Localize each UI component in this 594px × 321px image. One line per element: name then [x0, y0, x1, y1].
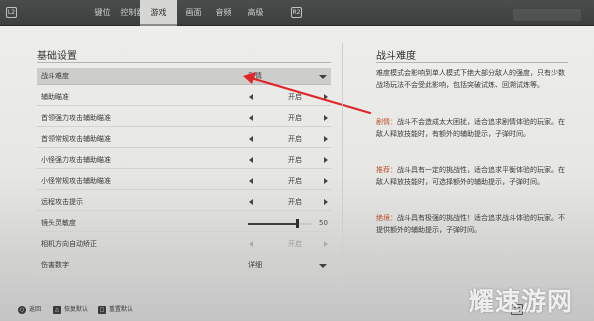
setting-row-minion-heavy-aim[interactable]: 小怪强力攻击辅助瞄准 开启 [37, 152, 331, 169]
arrow-right-icon[interactable] [324, 178, 328, 184]
circle-button-icon: ○ [18, 306, 26, 314]
setting-label: 首领常规攻击辅助瞄准 [41, 135, 111, 143]
difficulty-dropdown-value[interactable]: 剧情 [248, 68, 324, 85]
section-title: 基础设置 [37, 51, 77, 62]
arrow-left-icon[interactable] [249, 241, 253, 247]
setting-label: 伤害数字 [41, 261, 69, 269]
setting-row-camera-auto-correct[interactable]: 相机方向自动矫正 开启 [37, 236, 331, 253]
setting-label: 首领强力攻击辅助瞄准 [41, 114, 111, 122]
chevron-down-icon[interactable] [319, 264, 327, 268]
arrow-left-icon[interactable] [249, 199, 253, 205]
setting-value: 开启 [288, 135, 302, 143]
r2-button-hint[interactable]: R2 [291, 7, 302, 18]
mode-name: 推荐： [376, 166, 397, 174]
arrow-left-icon[interactable] [249, 178, 253, 184]
watermark: 耀速游网 [469, 287, 574, 316]
mode-name: 剧情： [376, 118, 397, 126]
setting-value: 开启 [288, 156, 302, 164]
setting-value: 开启 [288, 240, 302, 248]
topbar-extra-area [513, 9, 581, 21]
setting-value: 开启 [288, 198, 302, 206]
arrow-right-icon[interactable] [324, 241, 328, 247]
section-divider [37, 62, 331, 63]
setting-label: 战斗难度 [41, 72, 69, 80]
mode-text: 战斗具有极强的挑战性！适合追求战斗体验的玩家。不提供额外的辅助提示，子弹时间。 [376, 214, 565, 234]
l2-button-hint[interactable]: L2 [6, 7, 17, 18]
setting-row-ranged-warning[interactable]: 远程攻击提示 开启 [37, 194, 331, 211]
description-divider [376, 62, 568, 63]
arrow-left-icon[interactable] [249, 94, 253, 100]
setting-value: 开启 [288, 93, 302, 101]
sensitivity-slider-handle[interactable] [296, 219, 299, 228]
setting-label: 相机方向自动矫正 [41, 240, 97, 248]
arrow-left-icon[interactable] [249, 157, 253, 163]
description-intro: 难度模式会影响到单人模式下绝大部分敌人的强度，只有少数战场玩法不会受此影响，包括… [376, 69, 565, 89]
setting-label: 小怪强力攻击辅助瞄准 [41, 156, 111, 164]
damage-dropdown-value[interactable]: 详细 [248, 257, 324, 274]
arrow-right-icon[interactable] [324, 115, 328, 121]
back-hint[interactable]: ○ 返回 [18, 306, 41, 314]
arrow-right-icon[interactable] [324, 199, 328, 205]
setting-row-camera-sensitivity[interactable]: 镜头灵敏度 50 [37, 215, 331, 232]
setting-value: 开启 [288, 177, 302, 185]
setting-label: 镜头灵敏度 [41, 219, 76, 227]
setting-row-aim-assist[interactable]: 辅助瞄准 开启 [37, 89, 331, 106]
hint-label: 返回 [29, 306, 42, 313]
sensitivity-value: 50 [319, 219, 328, 227]
setting-row-minion-normal-aim[interactable]: 小怪常规攻击辅助瞄准 开启 [37, 173, 331, 190]
setting-row-combat-difficulty[interactable]: 战斗难度 剧情 [37, 68, 331, 85]
arrow-left-icon[interactable] [249, 136, 253, 142]
mode-extreme-description: 绝境：战斗具有极强的挑战性！适合追求战斗体验的玩家。不提供额外的辅助提示，子弹时… [376, 212, 566, 236]
chevron-down-icon[interactable] [319, 75, 327, 79]
setting-label: 远程攻击提示 [41, 198, 83, 206]
panel-divider [342, 43, 343, 289]
mode-story-description: 剧情：战斗不会造成太大困扰，适合追求剧情体验的玩家。在敌人释放技能时，有额外的辅… [376, 116, 566, 140]
square-button-icon: □ [98, 306, 106, 314]
arrow-right-icon[interactable] [324, 157, 328, 163]
hint-label: 恢复默认 [64, 306, 89, 313]
setting-value: 开启 [288, 114, 302, 122]
mode-text: 战斗不会造成太大困扰，适合追求剧情体验的玩家。在敌人释放技能时，有额外的辅助提示… [376, 118, 565, 138]
arrow-right-icon[interactable] [324, 136, 328, 142]
sensitivity-slider-track[interactable] [248, 223, 312, 225]
setting-row-damage-numbers[interactable]: 伤害数字 详细 [37, 257, 331, 274]
setting-label: 辅助瞄准 [41, 93, 69, 101]
top-navigation-bar: L2 键位 控制器 游戏 画面 音频 高级 R2 [0, 0, 594, 26]
tab-advanced[interactable]: 高级 [237, 0, 274, 26]
hint-label: 重置默认 [109, 306, 134, 313]
arrow-left-icon[interactable] [249, 115, 253, 121]
reset-default-hint[interactable]: □ 重置默认 [98, 306, 133, 314]
tab-game[interactable]: 游戏 [140, 0, 177, 26]
setting-label: 小怪常规攻击辅助瞄准 [41, 177, 111, 185]
description-title: 战斗难度 [376, 51, 416, 62]
arrow-right-icon[interactable] [324, 94, 328, 100]
restore-default-hint[interactable]: △ 恢复默认 [53, 306, 88, 314]
mode-name: 绝境： [376, 214, 397, 222]
mode-text: 战斗具有一定的挑战性，适合追求平衡体验的玩家。在敌人释放技能时，可选择额外的辅助… [376, 166, 565, 186]
setting-row-boss-normal-aim[interactable]: 首领常规攻击辅助瞄准 开启 [37, 131, 331, 148]
setting-row-boss-heavy-aim[interactable]: 首领强力攻击辅助瞄准 开启 [37, 110, 331, 127]
mode-recommended-description: 推荐：战斗具有一定的挑战性，适合追求平衡体验的玩家。在敌人释放技能时，可选择额外… [376, 164, 566, 188]
triangle-button-icon: △ [53, 306, 61, 314]
